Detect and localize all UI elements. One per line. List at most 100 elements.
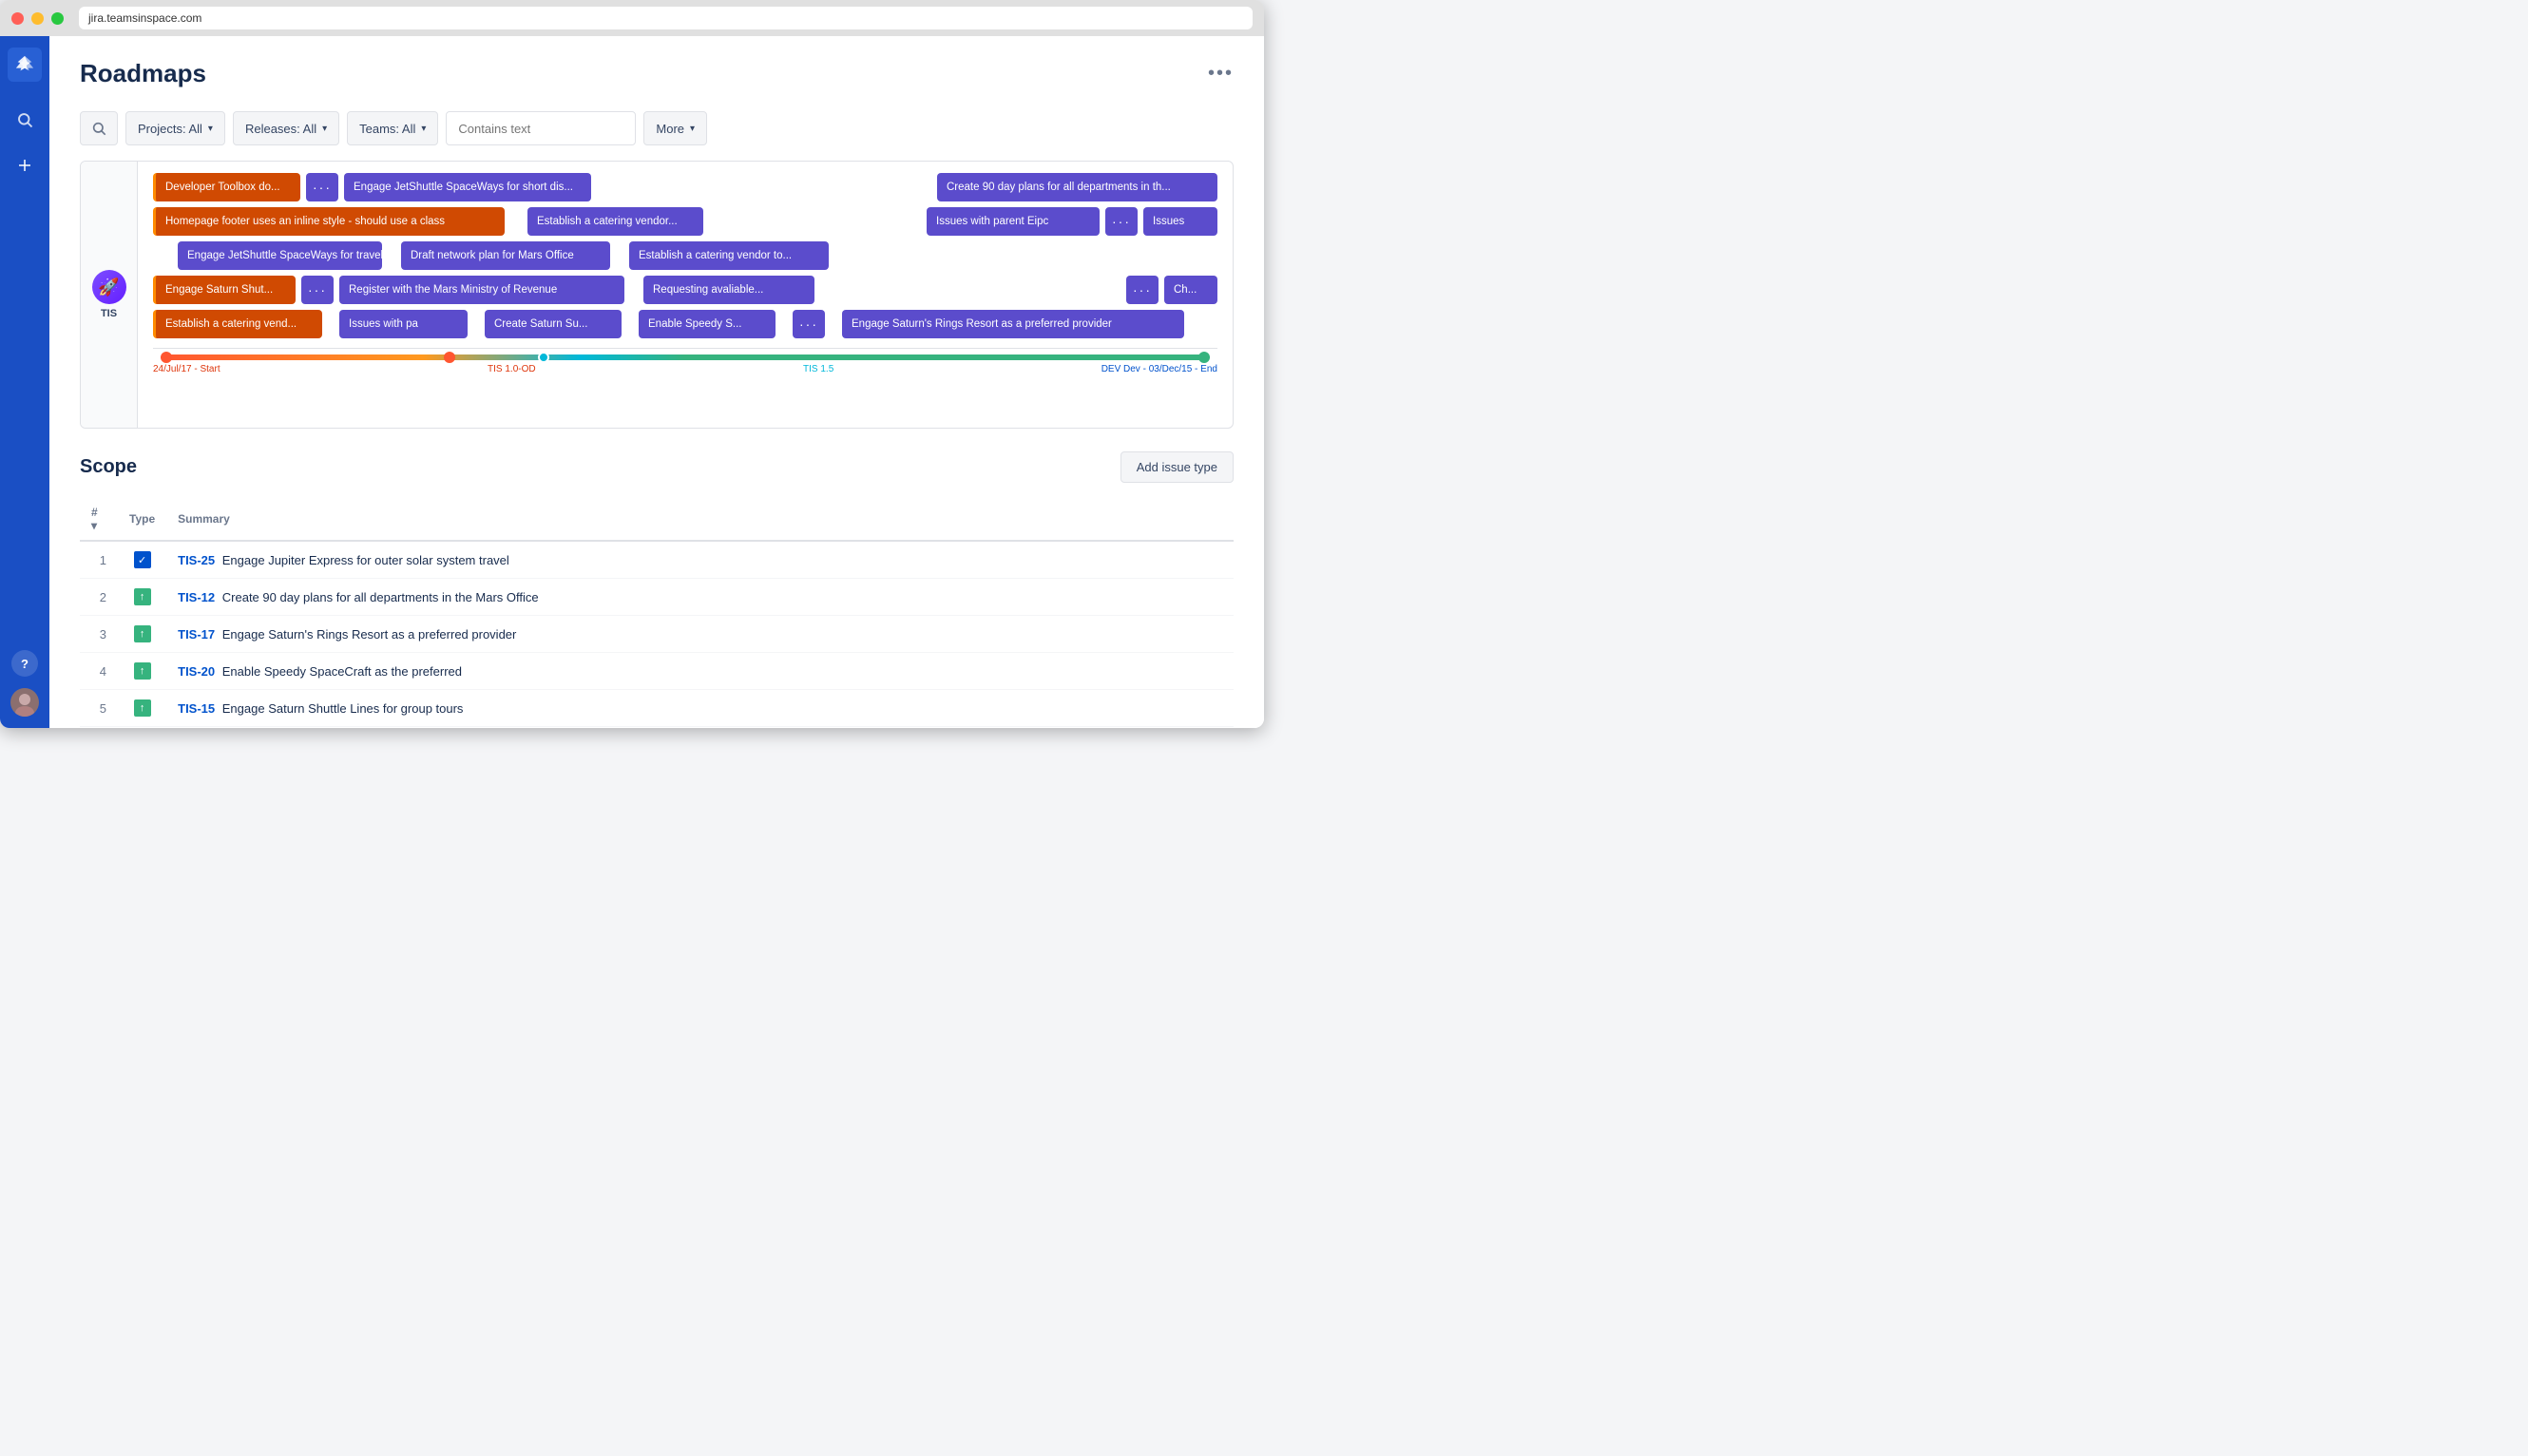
bar-developer-toolbox[interactable]: Developer Toolbox do... [153, 173, 300, 201]
teams-filter[interactable]: Teams: All ▾ [347, 111, 438, 145]
add-issue-type-button[interactable]: Add issue type [1120, 451, 1234, 483]
timeline-label-milestone: TIS 1.5 [803, 364, 833, 374]
row-num: 4 [80, 653, 118, 690]
issue-type-story: ↑ [134, 662, 151, 680]
row-num: 3 [80, 616, 118, 653]
row-summary: TIS-12 Create 90 day plans for all depar… [166, 579, 1234, 616]
chevron-down-icon: ▾ [690, 124, 695, 134]
dot-start [161, 352, 172, 363]
bar-create-saturn-su[interactable]: Create Saturn Su... [485, 310, 622, 338]
browser-titlebar: jira.teamsinspace.com [0, 0, 1264, 36]
bar-issues-with-pa[interactable]: Issues with pa [339, 310, 468, 338]
bar-dots-4[interactable]: ··· [1126, 276, 1159, 304]
dot-end [1198, 352, 1210, 363]
sidebar-item-help[interactable]: ? [11, 650, 38, 677]
issue-type-checkbox: ✓ [134, 551, 151, 568]
bar-register-mars-ministry[interactable]: Register with the Mars Ministry of Reven… [339, 276, 624, 304]
page-header: Roadmaps ••• [49, 36, 1264, 104]
bar-engage-jetshuttle-travel[interactable]: Engage JetShuttle SpaceWays for travel [178, 241, 382, 270]
issue-id-link[interactable]: TIS-12 [178, 590, 215, 604]
row-type: ↑ [118, 653, 166, 690]
page-title: Roadmaps [80, 59, 206, 88]
toolbar-search-button[interactable] [80, 111, 118, 145]
url-bar[interactable]: jira.teamsinspace.com [79, 7, 1253, 29]
projects-filter[interactable]: Projects: All ▾ [125, 111, 225, 145]
issue-type-story: ↑ [134, 625, 151, 642]
col-summary: Summary [166, 498, 1234, 541]
bar-establish-catering[interactable]: Establish a catering vendor... [527, 207, 703, 236]
col-num[interactable]: # ▾ [80, 498, 118, 541]
main-content: Roadmaps ••• Projects: All ▾ Releases: A… [49, 36, 1264, 728]
issue-id-link[interactable]: TIS-25 [178, 553, 215, 567]
text-filter-input[interactable] [446, 111, 636, 145]
timeline-track [161, 354, 1210, 360]
timeline-row: Developer Toolbox do... ··· Engage JetSh… [153, 173, 1217, 201]
col-type: Type [118, 498, 166, 541]
row-summary: TIS-20 Enable Speedy SpaceCraft as the p… [166, 653, 1234, 690]
project-avatar: 🚀 [92, 270, 126, 304]
timeline-row: Engage Saturn Shut... ··· Register with … [153, 276, 1217, 304]
page-more-menu[interactable]: ••• [1208, 63, 1234, 85]
chevron-down-icon: ▾ [421, 124, 426, 134]
sidebar: ? [0, 36, 49, 728]
bar-establish-catering-to[interactable]: Establish a catering vendor to... [629, 241, 829, 270]
timeline-row: Engage JetShuttle SpaceWays for travel D… [153, 241, 1217, 270]
bar-dots-5[interactable]: ··· [793, 310, 825, 338]
timeline-progress [161, 354, 1210, 360]
bar-engage-saturns-rings[interactable]: Engage Saturn's Rings Resort as a prefer… [842, 310, 1184, 338]
user-avatar[interactable] [10, 688, 39, 717]
row-num: 5 [80, 690, 118, 727]
bar-draft-network-plan[interactable]: Draft network plan for Mars Office [401, 241, 610, 270]
row-type: ↑ [118, 616, 166, 653]
more-filter-button[interactable]: More ▾ [643, 111, 707, 145]
dot-milestone [538, 352, 549, 363]
row-summary: TIS-25 Engage Jupiter Express for outer … [166, 541, 1234, 579]
table-row: 1 ✓ TIS-25 Engage Jupiter Express for ou… [80, 541, 1234, 579]
issue-summary-text: Create 90 day plans for all departments … [222, 590, 539, 604]
minimize-button[interactable] [31, 12, 44, 25]
table-row: 2 ↑ TIS-12 Create 90 day plans for all d… [80, 579, 1234, 616]
bar-homepage-footer[interactable]: Homepage footer uses an inline style - s… [153, 207, 505, 236]
chart-sidebar: 🚀 TIS [81, 162, 138, 428]
row-summary: TIS-17 Engage Saturn's Rings Resort as a… [166, 616, 1234, 653]
maximize-button[interactable] [51, 12, 64, 25]
dot-overdue [444, 352, 455, 363]
timeline-rows: Developer Toolbox do... ··· Engage JetSh… [153, 173, 1217, 338]
issue-type-story: ↑ [134, 588, 151, 605]
table-row: 3 ↑ TIS-17 Engage Saturn's Rings Resort … [80, 616, 1234, 653]
project-name: TIS [101, 308, 117, 319]
bar-establish-catering-vend[interactable]: Establish a catering vend... [153, 310, 322, 338]
row-type: ↑ [118, 579, 166, 616]
chevron-down-icon: ▾ [208, 124, 213, 134]
issue-id-link[interactable]: TIS-20 [178, 664, 215, 679]
bar-issues[interactable]: Issues [1143, 207, 1217, 236]
sidebar-item-create[interactable] [10, 150, 40, 181]
table-row: 5 ↑ TIS-15 Engage Saturn Shuttle Lines f… [80, 690, 1234, 727]
bar-issues-parent-eipc[interactable]: Issues with parent Eipc [927, 207, 1100, 236]
bar-dots-2[interactable]: ··· [1105, 207, 1138, 236]
timeline-row: Homepage footer uses an inline style - s… [153, 207, 1217, 236]
issue-id-link[interactable]: TIS-15 [178, 701, 215, 716]
chevron-down-icon: ▾ [322, 124, 327, 134]
bar-dots-3[interactable]: ··· [301, 276, 334, 304]
bar-dots-1[interactable]: ··· [306, 173, 338, 201]
issue-summary-text: Engage Saturn's Rings Resort as a prefer… [222, 627, 517, 642]
row-type: ✓ [118, 541, 166, 579]
bar-enable-speedy-s[interactable]: Enable Speedy S... [639, 310, 776, 338]
close-button[interactable] [11, 12, 24, 25]
scope-table: # ▾ Type Summary 1 ✓ [80, 498, 1234, 727]
bar-create-90-day[interactable]: Create 90 day plans for all departments … [937, 173, 1217, 201]
releases-filter[interactable]: Releases: All ▾ [233, 111, 339, 145]
row-type: ↑ [118, 690, 166, 727]
bar-ch[interactable]: Ch... [1164, 276, 1217, 304]
sort-icon: ▾ [91, 519, 97, 532]
sidebar-item-search[interactable] [10, 105, 40, 135]
bar-requesting-available[interactable]: Requesting avaliable... [643, 276, 814, 304]
row-num: 1 [80, 541, 118, 579]
app-logo[interactable] [8, 48, 42, 82]
bar-engage-jetshuttle-short[interactable]: Engage JetShuttle SpaceWays for short di… [344, 173, 591, 201]
timeline-label-start: 24/Jul/17 - Start [153, 364, 220, 374]
scope-header: Scope Add issue type [80, 451, 1234, 483]
bar-engage-saturn-shut[interactable]: Engage Saturn Shut... [153, 276, 296, 304]
issue-id-link[interactable]: TIS-17 [178, 627, 215, 642]
